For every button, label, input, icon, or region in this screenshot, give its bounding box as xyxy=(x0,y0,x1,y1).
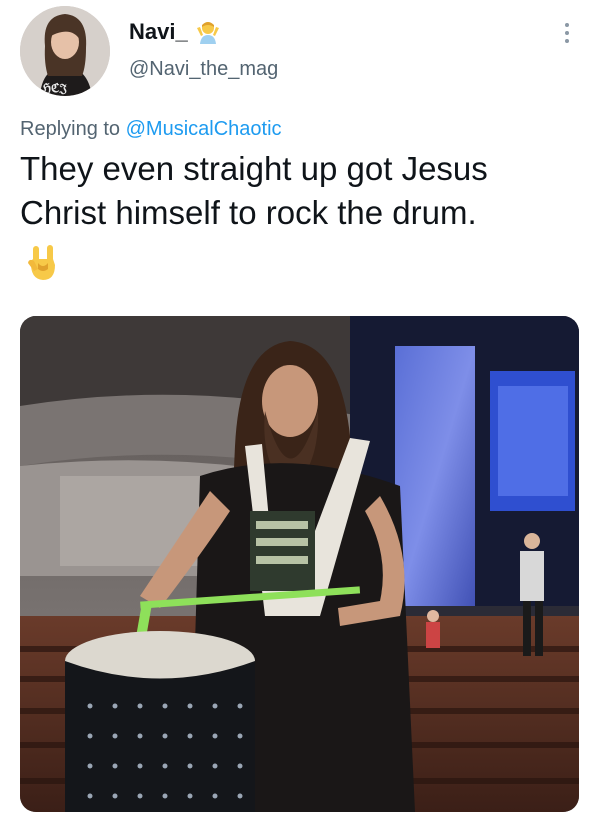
reply-mention-link[interactable]: @MusicalChaotic xyxy=(126,118,282,140)
tweet-media-video[interactable] xyxy=(20,316,579,812)
tweet-text-line-2: Christ himself to rock the drum. xyxy=(20,194,477,231)
replying-to-label: Replying to xyxy=(20,118,126,140)
tweet-text-line-1: They even straight up got Jesus xyxy=(20,150,488,187)
media-image xyxy=(20,316,579,812)
sign-of-the-horns-emoji-icon xyxy=(24,243,62,283)
author-name[interactable]: Navi_ xyxy=(129,18,222,46)
display-name[interactable]: Navi_ xyxy=(129,19,188,45)
avatar[interactable]: ℌℭ𝔍 xyxy=(20,6,110,96)
tweet-text: They even straight up got Jesus Christ h… xyxy=(20,147,580,235)
replying-to-line: Replying to @MusicalChaotic xyxy=(20,116,282,142)
avatar-image: ℌℭ𝔍 xyxy=(20,6,110,96)
person-gesturing-emoji-icon xyxy=(194,18,222,46)
author-handle[interactable]: @Navi_the_mag xyxy=(129,57,278,81)
tweet: ℌℭ𝔍 Navi_ @Navi_the_mag Replying to @Mus… xyxy=(0,0,599,827)
svg-text:ℌℭ𝔍: ℌℭ𝔍 xyxy=(41,81,67,95)
more-options-icon[interactable] xyxy=(555,18,579,48)
